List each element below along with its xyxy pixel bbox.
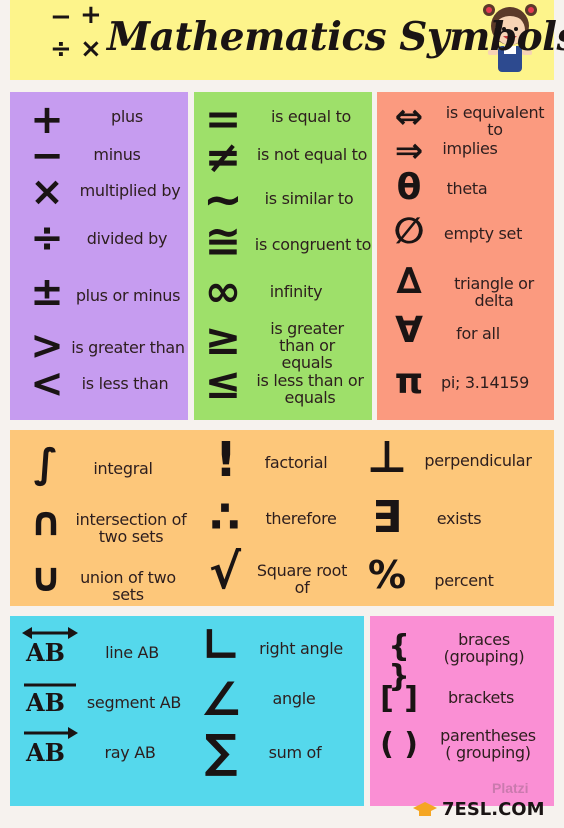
- union-symbol: ∪: [29, 555, 63, 601]
- therefore-label: therefore: [265, 509, 337, 528]
- right-angle-symbol: ∟: [201, 618, 241, 672]
- graduation-cap-icon: [413, 802, 437, 816]
- ray-ab-symbol: AB: [26, 738, 65, 767]
- page-title: Mathematics Symbols: [107, 14, 564, 60]
- union-label: union of two sets: [80, 568, 176, 604]
- times-symbol: ×: [30, 169, 64, 215]
- brand-logo-text: 7ESL.COM: [442, 799, 545, 820]
- less-equal-symbol: ≤: [204, 358, 242, 409]
- greater-than-symbol: >: [30, 323, 64, 369]
- ray-ab-label: ray AB: [104, 743, 156, 762]
- square-root-symbol: √: [208, 544, 241, 600]
- empty-set-label: empty set: [443, 224, 523, 243]
- square-root-label: Square root of: [256, 561, 348, 597]
- sum-label: sum of: [268, 743, 322, 762]
- times-label: multiplied by: [79, 181, 181, 200]
- minus-mini-icon: −: [50, 2, 72, 32]
- infinity-symbol: ∞: [204, 266, 242, 317]
- divide-mini-icon: ÷: [50, 34, 72, 64]
- pi-label: pi; 3.14159: [441, 373, 529, 392]
- equivalent-symbol: ⇔: [394, 97, 424, 137]
- intersection-label: intersection of two sets: [75, 510, 187, 546]
- integral-symbol: ∫: [33, 441, 59, 487]
- for-all-symbol: ∀: [395, 310, 423, 351]
- parentheses-label: parentheses ( grouping): [440, 726, 536, 762]
- therefore-symbol: ∴: [209, 492, 241, 543]
- similar-label: is similar to: [264, 189, 354, 208]
- perpendicular-label: perpendicular: [424, 451, 532, 470]
- theta-label: theta: [446, 179, 488, 198]
- parentheses-symbol: ( ): [380, 727, 418, 762]
- times-mini-icon: ×: [80, 34, 102, 64]
- empty-set-symbol: ∅: [393, 211, 425, 252]
- congruent-label: is congruent to: [254, 235, 372, 254]
- line-ab-label: line AB: [105, 643, 159, 662]
- not-equal-label: is not equal to: [256, 145, 368, 164]
- braces-label: braces (grouping): [443, 630, 525, 666]
- greater-equal-symbol: ≥: [204, 314, 242, 365]
- brackets-symbol: [ ]: [380, 681, 418, 716]
- for-all-label: for all: [456, 324, 500, 343]
- angle-label: angle: [272, 689, 316, 708]
- delta-label: triangle or delta: [454, 274, 534, 310]
- greater-than-label: is greater than: [71, 338, 185, 357]
- perpendicular-symbol: ⊥: [366, 432, 408, 483]
- factorial-symbol: !: [215, 432, 237, 488]
- right-angle-label: right angle: [259, 639, 343, 658]
- pi-symbol: π: [394, 361, 424, 402]
- plus-minus-label: plus or minus: [75, 286, 181, 305]
- exists-symbol: ∃: [371, 492, 403, 543]
- plus-label: plus: [111, 107, 143, 126]
- minus-label: minus: [93, 145, 141, 164]
- plus-mini-icon: +: [80, 0, 102, 30]
- less-than-label: is less than: [81, 374, 169, 393]
- integral-label: integral: [93, 459, 153, 478]
- delta-symbol: ∆: [396, 261, 422, 302]
- implies-symbol: ⇒: [394, 131, 424, 171]
- watermark-text: Platzi: [492, 780, 529, 796]
- line-ab-symbol: AB: [26, 638, 65, 667]
- implies-label: implies: [442, 139, 498, 158]
- infinity-label: infinity: [269, 282, 323, 301]
- brackets-label: brackets: [447, 688, 515, 707]
- plus-minus-symbol: ±: [30, 269, 64, 315]
- angle-symbol: ∠: [200, 672, 242, 726]
- less-equal-label: is less than or equals: [256, 371, 364, 407]
- theta-symbol: θ: [396, 167, 422, 208]
- divide-symbol: ÷: [30, 215, 64, 261]
- greater-equal-label: is greater than or equals: [270, 319, 344, 372]
- sum-symbol: ∑: [204, 724, 238, 778]
- percent-symbol: %: [367, 553, 407, 597]
- equal-label: is equal to: [270, 107, 352, 126]
- intersection-symbol: ∩: [29, 499, 63, 545]
- segment-ab-symbol: AB: [26, 688, 65, 717]
- divide-label: divided by: [86, 229, 168, 248]
- factorial-label: factorial: [264, 453, 328, 472]
- less-than-symbol: <: [30, 361, 64, 407]
- percent-label: percent: [434, 571, 494, 590]
- exists-label: exists: [436, 509, 482, 528]
- congruent-symbol: ≅: [204, 216, 242, 267]
- equivalent-label: is equivalent to: [445, 103, 545, 139]
- segment-ab-label: segment AB: [86, 693, 182, 712]
